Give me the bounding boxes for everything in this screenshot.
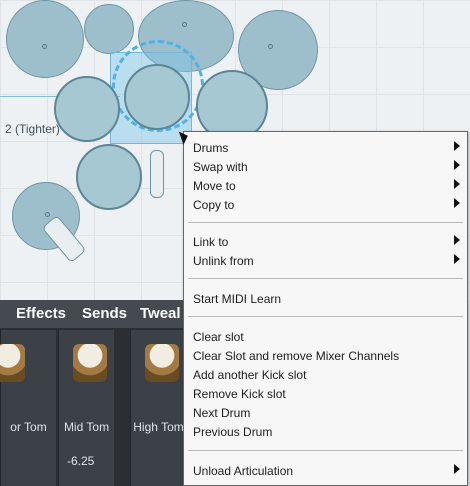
- menu-item-add-kick-slot[interactable]: Add another Kick slot: [193, 368, 306, 382]
- menu-item-remove-kick-slot[interactable]: Remove Kick slot: [193, 387, 286, 401]
- submenu-arrow-icon: [454, 179, 460, 189]
- context-menu: Drums Swap with Move to Copy to Link to …: [183, 131, 468, 486]
- submenu-arrow-icon: [454, 141, 460, 151]
- menu-item-unload-articulation[interactable]: Unload Articulation: [193, 464, 293, 478]
- tom-low[interactable]: [54, 76, 120, 142]
- cymbal-pivot: [42, 44, 47, 49]
- submenu-arrow-icon: [454, 235, 460, 245]
- slot-label: 2 (Tighter): [5, 122, 60, 136]
- menu-separator: [188, 450, 463, 451]
- menu-item-drums[interactable]: Drums: [193, 141, 228, 155]
- menu-item-copy-to[interactable]: Copy to: [193, 198, 234, 212]
- tom-mid[interactable]: [124, 64, 190, 130]
- menu-item-clear-slot[interactable]: Clear slot: [193, 330, 244, 344]
- snare-drum[interactable]: [76, 144, 142, 210]
- menu-item-start-midi-learn[interactable]: Start MIDI Learn: [193, 292, 281, 306]
- drum-thumbnail-icon: [145, 344, 179, 382]
- submenu-arrow-icon: [454, 160, 460, 170]
- menu-item-move-to[interactable]: Move to: [193, 179, 236, 193]
- channel-volume-value[interactable]: -6.25: [67, 454, 94, 468]
- menu-item-clear-slot-remove-mixer[interactable]: Clear Slot and remove Mixer Channels: [193, 349, 399, 363]
- channel-label: High Tom: [133, 420, 184, 434]
- cymbal-pivot: [182, 22, 187, 27]
- menu-separator: [188, 222, 463, 223]
- menu-separator: [188, 316, 463, 317]
- drum-thumbnail-icon: [73, 344, 107, 382]
- mixer-tab-bar: Effects Sends Tweal: [0, 300, 188, 328]
- submenu-arrow-icon: [454, 198, 460, 208]
- menu-separator: [188, 278, 463, 279]
- menu-item-link-to[interactable]: Link to: [193, 235, 228, 249]
- submenu-arrow-icon: [454, 254, 460, 264]
- tab-tweak[interactable]: Tweal: [140, 305, 181, 322]
- cymbal-pivot: [268, 44, 273, 49]
- hihat-pedal[interactable]: [150, 150, 164, 198]
- cymbal-splash[interactable]: [84, 4, 134, 54]
- menu-item-unlink-from[interactable]: Unlink from: [193, 254, 254, 268]
- cymbal-crash[interactable]: [6, 0, 84, 78]
- cymbal-pivot: [45, 212, 50, 217]
- menu-item-swap-with[interactable]: Swap with: [193, 160, 248, 174]
- channel-label: Mid Tom: [63, 420, 110, 434]
- mixer-channel-mid-tom[interactable]: Mid Tom -6.25: [58, 330, 114, 486]
- menu-item-next-drum[interactable]: Next Drum: [193, 406, 250, 420]
- menu-item-previous-drum[interactable]: Previous Drum: [193, 425, 272, 439]
- submenu-arrow-icon: [454, 464, 460, 474]
- tab-effects[interactable]: Effects: [16, 305, 66, 322]
- drum-thumbnail-icon: [0, 344, 25, 382]
- channel-label: or Tom: [10, 420, 47, 434]
- mixer-channel-high-tom[interactable]: High Tom: [130, 330, 186, 486]
- tab-sends[interactable]: Sends: [82, 305, 127, 322]
- mixer-channel-floor-tom[interactable]: or Tom: [0, 330, 56, 486]
